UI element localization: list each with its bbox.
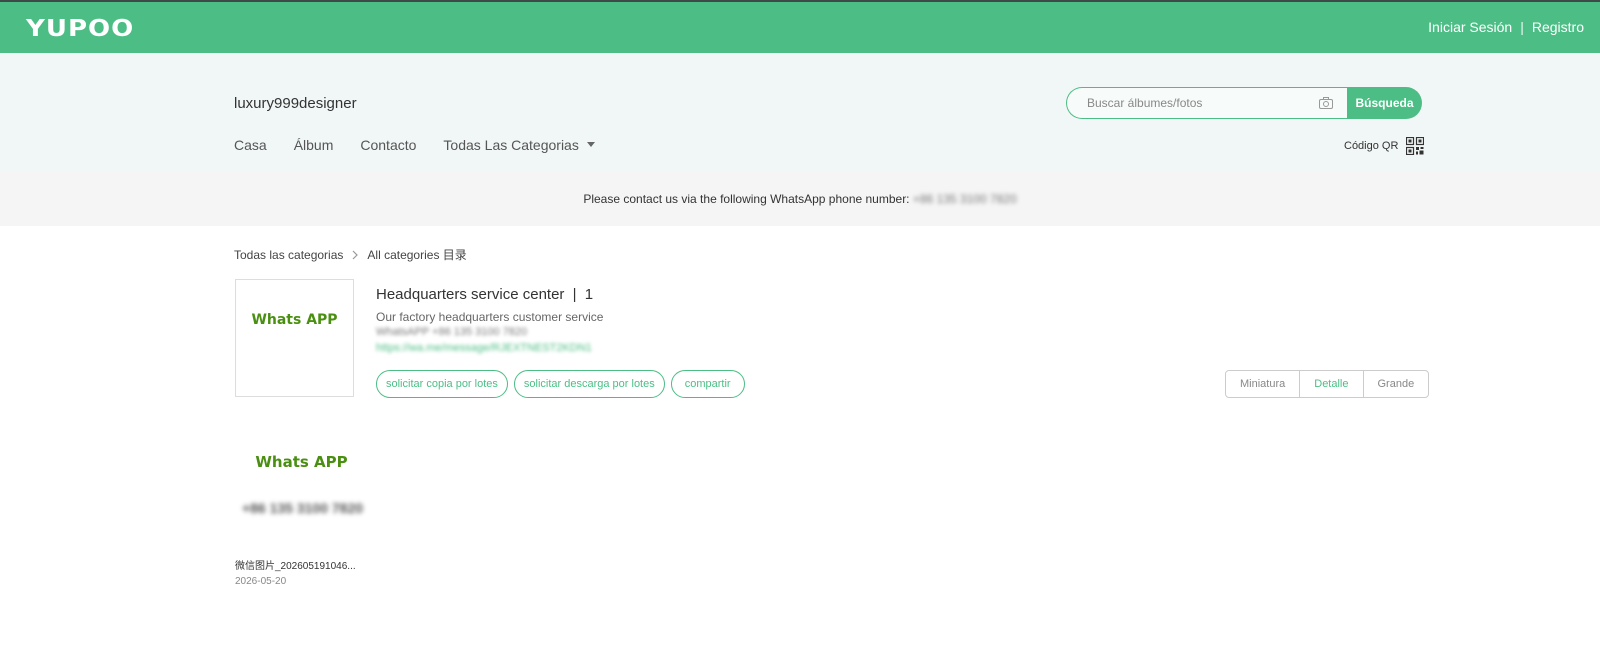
album-title: Headquarters service center | 1 xyxy=(376,286,593,303)
album-photo-count: 1 xyxy=(584,286,594,303)
album-description: Our factory headquarters customer servic… xyxy=(376,310,604,324)
search-button[interactable]: Búsqueda xyxy=(1347,87,1422,119)
qr-code[interactable]: Código QR xyxy=(1344,137,1425,155)
store-nav: Casa Álbum Contacto Todas Las Categorias xyxy=(234,137,595,153)
breadcrumb: Todas las categorias All categories 目录 xyxy=(234,246,467,263)
login-link[interactable]: Iniciar Sesión xyxy=(1428,19,1512,35)
notice-phone: +86 135 3100 7820 xyxy=(912,192,1017,206)
photo-filename[interactable]: 微信图片_202605191046... xyxy=(235,557,370,572)
breadcrumb-current: All categories 目录 xyxy=(367,248,467,262)
batch-download-button[interactable]: solicitar descarga por lotes xyxy=(513,370,665,398)
search-input[interactable] xyxy=(1087,96,1307,110)
view-thumbnail[interactable]: Miniatura xyxy=(1226,371,1301,397)
album-whatsapp-line: WhatsAPP +86 135 3100 7820 xyxy=(376,326,528,338)
yupoo-logo[interactable]: YUPOO xyxy=(26,14,134,44)
nav-contact[interactable]: Contacto xyxy=(360,137,416,153)
photo-date: 2026-05-20 xyxy=(235,576,287,587)
whatsapp-notice: Please contact us via the following What… xyxy=(0,172,1600,226)
view-detail[interactable]: Detalle xyxy=(1300,371,1364,397)
nav-categories-label: Todas Las Categorias xyxy=(443,137,579,153)
album-link[interactable]: https://wa.me/message/RJEXTNEST2KDN1 xyxy=(376,342,592,354)
nav-album[interactable]: Álbum xyxy=(294,137,334,153)
camera-icon[interactable] xyxy=(1319,97,1333,109)
photo-phone-number: +86 135 3100 7820 xyxy=(241,500,364,516)
photo-thumbnail[interactable]: Whats APP +86 135 3100 7820 xyxy=(235,425,368,549)
album-actions: solicitar copia por lotes solicitar desc… xyxy=(376,370,745,398)
chevron-right-icon xyxy=(352,250,359,259)
nav-home[interactable]: Casa xyxy=(234,137,267,153)
album-title-text: Headquarters service center xyxy=(376,286,565,303)
store-header: luxury999designer Búsqueda Casa Álbum Co… xyxy=(0,53,1600,172)
register-link[interactable]: Registro xyxy=(1532,19,1584,35)
cover-whatsapp-text: Whats APP xyxy=(251,312,338,328)
auth-separator: | xyxy=(1520,19,1524,35)
caret-down-icon xyxy=(586,141,595,147)
qr-code-icon xyxy=(1406,137,1425,155)
top-bar: YUPOO Iniciar Sesión | Registro xyxy=(0,0,1600,53)
breadcrumb-root[interactable]: Todas las categorias xyxy=(234,248,343,262)
view-mode-toggle: Miniatura Detalle Grande xyxy=(1225,370,1430,398)
album-count-separator: | xyxy=(572,286,577,303)
share-button[interactable]: compartir xyxy=(670,370,745,398)
store-name[interactable]: luxury999designer xyxy=(234,95,357,112)
batch-copy-button[interactable]: solicitar copia por lotes xyxy=(376,370,508,398)
nav-categories[interactable]: Todas Las Categorias xyxy=(443,137,595,153)
album-cover[interactable]: Whats APP xyxy=(235,279,354,397)
view-large[interactable]: Grande xyxy=(1364,371,1429,397)
notice-text: Please contact us via the following What… xyxy=(583,192,910,206)
auth-links: Iniciar Sesión | Registro xyxy=(1428,19,1584,35)
photo-card[interactable]: Whats APP +86 135 3100 7820 微信图片_2026051… xyxy=(235,425,370,587)
qr-label: Código QR xyxy=(1344,140,1399,152)
photo-whatsapp-text: Whats APP xyxy=(255,453,348,471)
search-field xyxy=(1066,87,1347,119)
search-bar: Búsqueda xyxy=(1066,87,1422,119)
